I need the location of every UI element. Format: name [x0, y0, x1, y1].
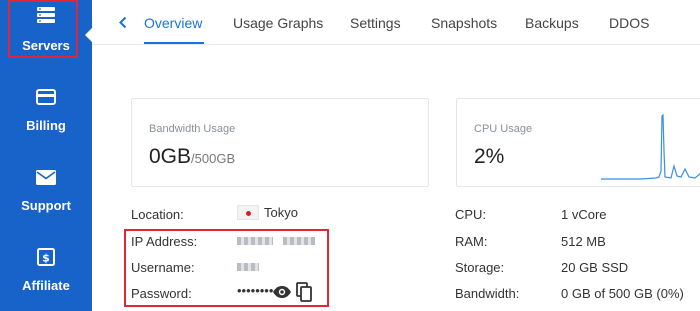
location-value: Tokyo — [237, 205, 298, 220]
sidebar-item-label: Servers — [22, 38, 70, 53]
sidebar-item-label: Support — [21, 198, 71, 213]
bandwidth-value: 0 GB of 500 GB (0%) — [561, 286, 684, 301]
sidebar: Servers Billing Support $ Affiliate — [0, 0, 93, 311]
card-title: CPU Usage — [474, 123, 533, 135]
card-title: Bandwidth Usage — [149, 123, 236, 135]
japan-flag-icon — [237, 205, 259, 220]
tab-ddos[interactable]: DDOS — [609, 15, 649, 31]
storage-label: Storage: — [455, 260, 505, 275]
envelope-icon — [36, 166, 56, 188]
bandwidth-usage-card: Bandwidth Usage 0GB/500GB — [131, 98, 429, 187]
tab-overview[interactable]: Overview — [144, 15, 202, 31]
bandwidth-total: /500GB — [191, 151, 236, 166]
sidebar-item-billing[interactable]: Billing — [0, 86, 92, 166]
ip-address-label: IP Address: — [131, 234, 198, 249]
credit-card-icon — [36, 86, 56, 108]
redacted-block — [237, 263, 259, 271]
server-icon — [36, 4, 56, 26]
redacted-block — [237, 237, 273, 245]
cpu-label: CPU: — [455, 207, 487, 222]
username-label: Username: — [131, 260, 195, 275]
eye-icon[interactable] — [272, 285, 292, 299]
sidebar-item-support[interactable]: Support — [0, 166, 92, 246]
tab-bar: Overview Usage Graphs Settings Snapshots… — [92, 0, 700, 45]
ip-address-value-redacted[interactable] — [237, 234, 315, 249]
tab-usage-graphs[interactable]: Usage Graphs — [233, 15, 323, 31]
tab-backups[interactable]: Backups — [525, 15, 579, 31]
bandwidth-used: 0GB — [149, 145, 192, 168]
username-value-redacted[interactable] — [237, 260, 259, 275]
svg-text:$: $ — [42, 252, 50, 265]
tab-settings[interactable]: Settings — [350, 15, 401, 31]
cpu-value: 1 vCore — [561, 207, 607, 222]
bandwidth-usage-value: 0GB/500GB — [149, 145, 235, 169]
cpu-usage-card: CPU Usage 2% — [456, 98, 700, 187]
copy-icon[interactable] — [296, 282, 313, 302]
dollar-sign-icon: $ — [37, 246, 55, 268]
sidebar-item-label: Affiliate — [22, 278, 70, 293]
chevron-left-icon[interactable] — [114, 13, 130, 31]
sidebar-item-affiliate[interactable]: $ Affiliate — [0, 246, 92, 311]
ram-label: RAM: — [455, 234, 488, 249]
bandwidth-label: Bandwidth: — [455, 286, 520, 301]
tab-snapshots[interactable]: Snapshots — [431, 15, 497, 31]
password-label: Password: — [131, 286, 192, 301]
sidebar-item-label: Billing — [26, 118, 66, 133]
cpu-usage-sparkline — [601, 113, 700, 180]
sidebar-item-servers[interactable]: Servers — [0, 0, 92, 80]
cpu-usage-value: 2% — [474, 145, 505, 168]
redacted-block — [282, 237, 315, 245]
location-label: Location: — [131, 207, 184, 222]
location-text: Tokyo — [264, 205, 298, 220]
ram-value: 512 MB — [561, 234, 606, 249]
storage-value: 20 GB SSD — [561, 260, 629, 275]
active-tab-underline — [144, 42, 204, 44]
password-masked-value: •••••••• — [237, 283, 274, 298]
